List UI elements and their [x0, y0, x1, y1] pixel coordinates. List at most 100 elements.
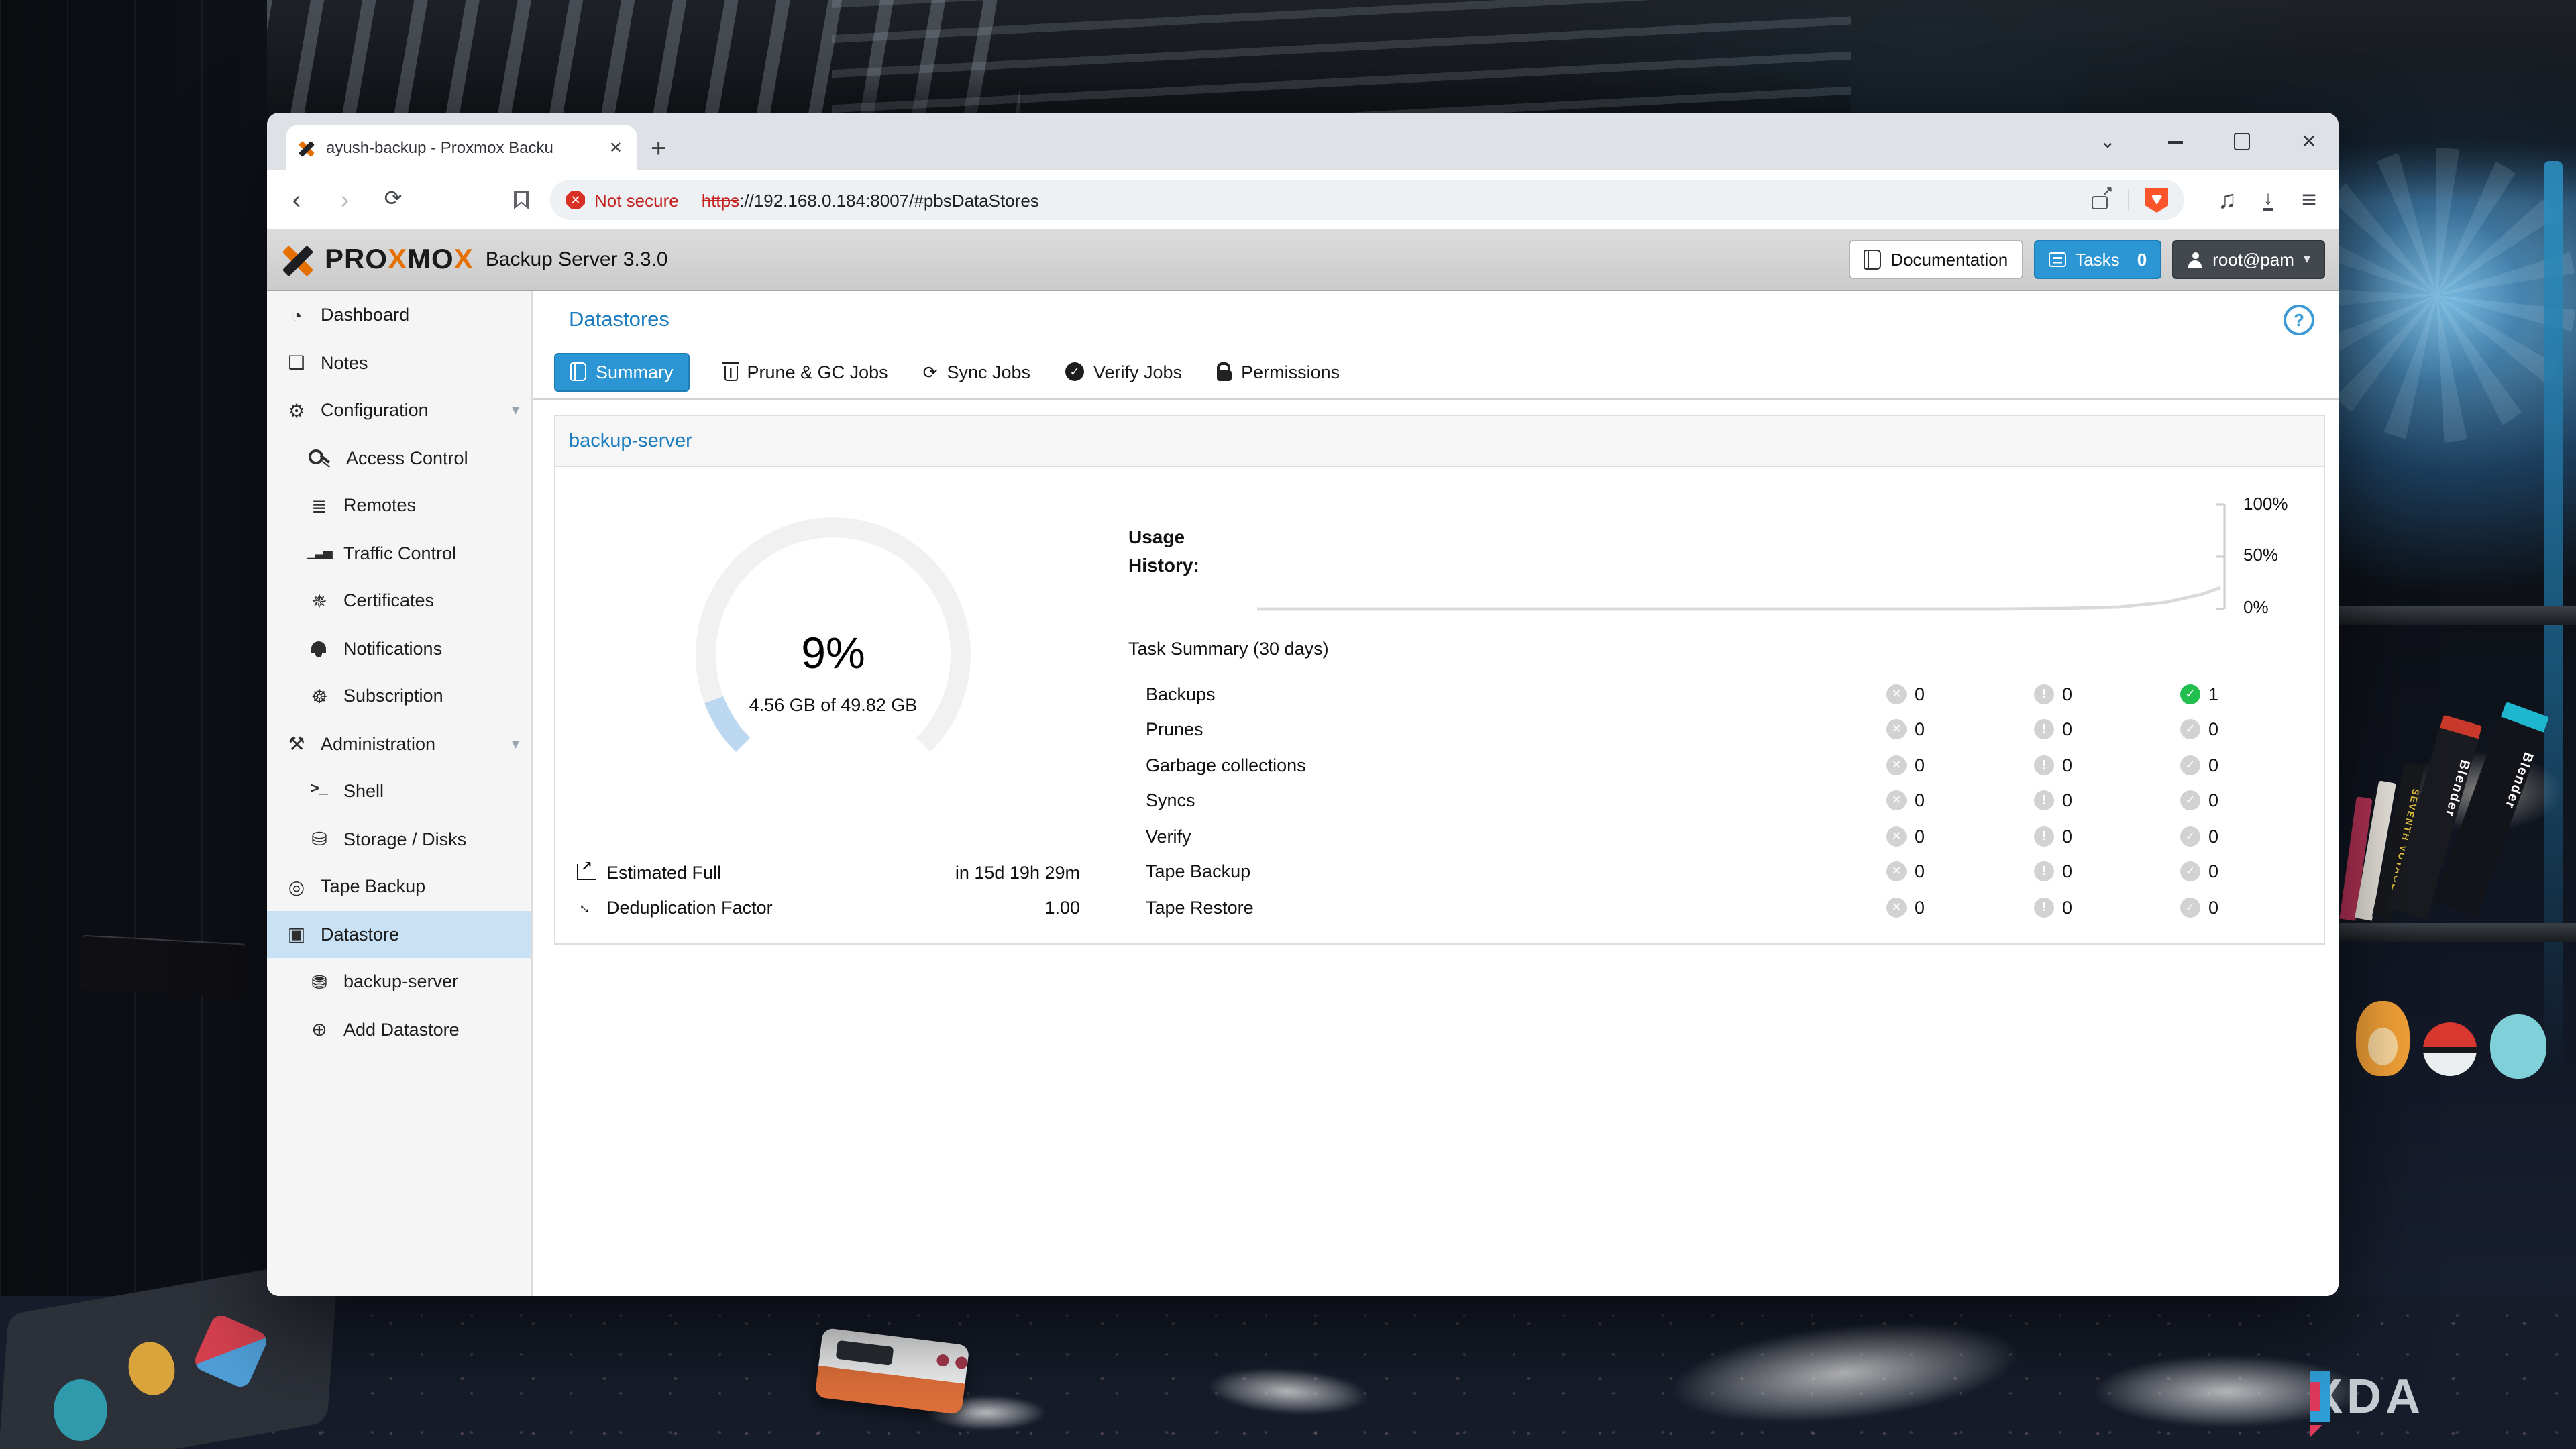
browser-toolbar: ‹ › ⟳ ✕ Not secure https://192.168.0.184… [267, 170, 2339, 229]
downloads-icon[interactable]: ↓ [2263, 187, 2273, 210]
error-count: ✕ 0 [1886, 755, 1925, 775]
error-icon: ✕ [1886, 826, 1907, 846]
back-button[interactable]: ‹ [283, 187, 310, 213]
estimated-full-row: Estimated Full in 15d 19h 29m [577, 857, 1080, 887]
address-bar[interactable]: ✕ Not secure https://192.168.0.184:8007/… [550, 180, 2184, 220]
usage-history-label: Usage History: [1128, 526, 1199, 576]
bookmark-icon[interactable] [514, 191, 529, 209]
sidebar-item-notes[interactable]: ❏ Notes [267, 339, 531, 386]
stat-label: Deduplication Factor [606, 897, 773, 917]
sidebar-item-notifications[interactable]: Notifications [267, 625, 531, 672]
new-tab-button[interactable]: + [651, 136, 666, 162]
xda-bracket-right [2310, 1371, 2330, 1422]
tab-verify-jobs[interactable]: ✓ Verify Jobs [1065, 362, 1182, 382]
browser-tab[interactable]: ayush-backup - Proxmox Backu ✕ [286, 125, 637, 170]
sidebar-item-datastore[interactable]: ▣ Datastore [267, 910, 531, 958]
database-icon: ⛃ [311, 971, 327, 993]
task-row-backups: Backups ✕ 0 ! 0 ✓ 1 [1128, 680, 2242, 707]
panel-body: 9% 4.56 GB of 49.82 GB Usage History: 10… [555, 467, 2324, 943]
tab-permissions[interactable]: Permissions [1217, 362, 1340, 382]
screen: SEVENTH VOYAGE Blender Blender XDA ayush… [0, 0, 2576, 1449]
menu-icon[interactable]: ≡ [2296, 187, 2322, 213]
deduplication-factor-row: ↔ Deduplication Factor 1.00 [574, 892, 1080, 922]
collapse-caret-icon[interactable]: ▾ [512, 402, 519, 419]
sidebar-item-remotes[interactable]: ≣ Remotes [267, 482, 531, 529]
count: 0 [2062, 861, 2073, 881]
usage-history-chart [1257, 503, 2226, 611]
ceiling-slats-center [832, 0, 1851, 127]
task-row-syncs: Syncs ✕ 0 ! 0 ✓ 0 [1128, 787, 2242, 814]
tab-label: Permissions [1241, 362, 1340, 382]
sidebar-item-subscription[interactable]: ☸ Subscription [267, 672, 531, 720]
media-control-icon[interactable]: ♫ [2214, 187, 2241, 213]
summary-icon [570, 362, 586, 381]
sidebar-item-backup-server[interactable]: ⛃ backup-server [267, 958, 531, 1006]
sidebar-item-configuration[interactable]: ⚙ Configuration ▾ [267, 386, 531, 434]
task-row-label: Verify [1146, 826, 1191, 846]
main-content: Datastores ? Summary Prune & GC Jobs ⟳ Sy… [533, 291, 2339, 1296]
sidebar-item-certificates[interactable]: ✵ Certificates [267, 577, 531, 625]
user-menu-button[interactable]: root@pam ▾ [2172, 240, 2325, 279]
book-icon [1864, 250, 1882, 270]
sidebar-item-label: Access Control [346, 447, 468, 468]
tab-prune-gc-jobs[interactable]: Prune & GC Jobs [721, 362, 888, 382]
tab-label: Summary [596, 362, 674, 382]
warning-count: ! 0 [2034, 719, 2072, 739]
squirtle-figure [2490, 1014, 2546, 1079]
maximize-button[interactable] [2231, 131, 2253, 152]
padlock-icon [1217, 362, 1232, 381]
charmander-figure [2356, 1001, 2410, 1076]
sidebar-item-label: Traffic Control [343, 543, 457, 564]
documentation-button[interactable]: Documentation [1849, 240, 2023, 279]
shelf-board-upper [2339, 606, 2576, 625]
not-secure-icon: ✕ [566, 191, 585, 209]
tape-icon: ◎ [288, 875, 305, 898]
check-icon: ✓ [2180, 684, 2200, 704]
tab-sync-jobs[interactable]: ⟳ Sync Jobs [923, 362, 1030, 382]
divider [533, 398, 2339, 400]
close-button[interactable]: ✕ [2298, 130, 2320, 152]
help-icon[interactable]: ? [2284, 305, 2314, 335]
sidebar-item-shell[interactable]: >_ Shell [267, 767, 531, 815]
share-icon[interactable] [2090, 185, 2113, 211]
sidebar-item-label: Configuration [321, 400, 429, 421]
task-row-label: Syncs [1146, 790, 1195, 810]
count: 0 [2062, 897, 2073, 917]
error-count: ✕ 0 [1886, 684, 1925, 704]
xda-watermark: XDA [2310, 1366, 2424, 1437]
task-row-label: Backups [1146, 684, 1216, 704]
minimize-button[interactable] [2164, 131, 2186, 152]
notes-icon: ❏ [288, 352, 305, 374]
tab-close-icon[interactable]: ✕ [605, 137, 627, 158]
proxmox-wordmark: PROXMOX [325, 244, 474, 274]
tab-strip: ayush-backup - Proxmox Backu ✕ + ⌄ ✕ [267, 113, 2339, 170]
tab-summary[interactable]: Summary [554, 352, 690, 391]
tab-search-icon[interactable]: ⌄ [2097, 130, 2118, 152]
collapse-caret-icon[interactable]: ▾ [512, 735, 519, 753]
sidebar-item-tape-backup[interactable]: ◎ Tape Backup [267, 863, 531, 910]
sidebar-item-dashboard[interactable]: ◔ Dashboard [267, 291, 531, 339]
check-icon: ✓ [2180, 719, 2200, 739]
left-wall-panel [0, 0, 267, 1449]
tasks-button[interactable]: Tasks 0 [2033, 240, 2162, 279]
sync-icon: ⟳ [922, 362, 938, 382]
url-scheme: https [701, 190, 740, 210]
divider [2128, 189, 2129, 211]
count: 0 [2208, 719, 2219, 739]
keyboard-silhouette [79, 934, 246, 999]
url-rest: ://192.168.0.184:8007/#pbsDataStores [739, 190, 1039, 210]
sidebar-item-traffic-control[interactable]: ▁▃▅ Traffic Control [267, 529, 531, 577]
sidebar-item-storage-disks[interactable]: ⛁ Storage / Disks [267, 815, 531, 863]
datastore-summary-panel: backup-server 9% 4.56 GB of 49.82 GB Usa… [554, 415, 2325, 945]
reload-button[interactable]: ⟳ [380, 189, 407, 211]
stat-value: in 15d 19h 29m [955, 862, 1080, 882]
warning-icon: ! [2034, 790, 2054, 810]
sidebar-item-administration[interactable]: ⚒ Administration ▾ [267, 720, 531, 767]
brave-shield-icon[interactable] [2145, 187, 2168, 213]
sidebar-item-add-datastore[interactable]: ⊕ Add Datastore [267, 1006, 531, 1053]
count: 0 [1915, 790, 1925, 810]
sidebar-item-label: Tape Backup [321, 876, 426, 897]
forward-button[interactable]: › [331, 187, 358, 213]
warning-icon: ! [2034, 719, 2054, 739]
sidebar-item-access-control[interactable]: Access Control [267, 434, 531, 482]
